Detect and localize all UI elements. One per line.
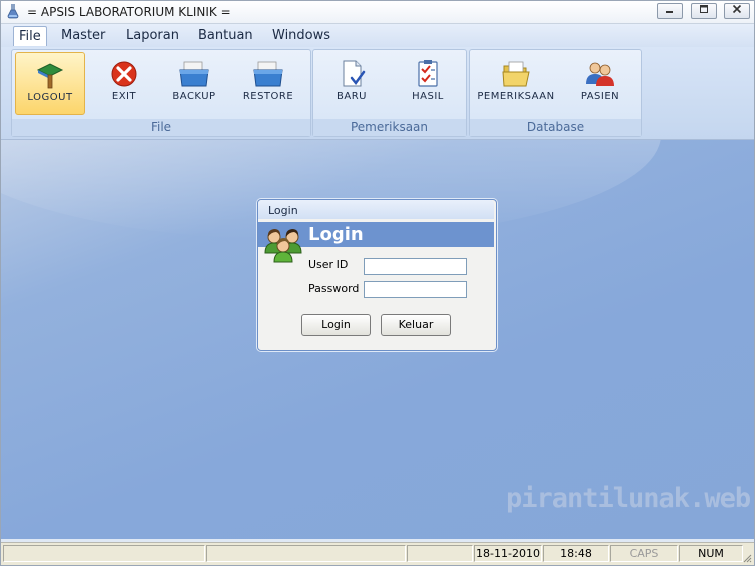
menu-bar: File Master Laporan Bantuan Windows xyxy=(1,24,754,47)
ribbon-group-pemeriksaan-label: Pemeriksaan xyxy=(313,119,466,136)
menu-master[interactable]: Master xyxy=(56,26,110,45)
status-panel-2 xyxy=(206,545,406,562)
ribbon-group-database-label: Database xyxy=(470,119,641,136)
window-title: = APSIS LABORATORIUM KLINIK = xyxy=(27,5,231,19)
logout-label: LOGOUT xyxy=(27,92,73,103)
resize-grip-icon[interactable] xyxy=(742,553,752,563)
ribbon-group-database: PEMERIKSAAN PASIEN Database xyxy=(469,49,642,137)
exit-label: EXIT xyxy=(111,91,137,102)
watermark-text: pirantilunak.web.id xyxy=(506,483,754,514)
hasil-button[interactable]: HASIL xyxy=(393,52,463,115)
status-bar: 18-11-2010 18:48 CAPS NUM xyxy=(1,542,754,565)
baru-label: BARU xyxy=(337,91,367,102)
backup-label: BACKUP xyxy=(172,91,216,102)
window-controls xyxy=(653,3,750,19)
checklist-icon xyxy=(418,60,438,87)
app-window: = APSIS LABORATORIUM KLINIK = File Maste… xyxy=(0,0,755,566)
ribbon-toolbar: LOGOUT EXIT BACKUP RESTORE File BARU HAS… xyxy=(1,47,754,140)
pemeriksaan-db-button[interactable]: PEMERIKSAAN xyxy=(473,52,559,115)
hasil-label: HASIL xyxy=(412,91,444,102)
menu-windows[interactable]: Windows xyxy=(267,26,335,45)
exit-button[interactable]: EXIT xyxy=(89,52,159,115)
status-time: 18:48 xyxy=(543,545,609,562)
userid-input[interactable] xyxy=(364,258,467,275)
menu-file[interactable]: File xyxy=(13,26,47,46)
restore-label: RESTORE xyxy=(242,91,294,102)
flask-icon xyxy=(7,4,19,19)
restore-button[interactable] xyxy=(690,3,717,19)
login-dialog: Login Login User ID Password Login Kelua… xyxy=(257,199,497,351)
status-num: NUM xyxy=(679,545,743,562)
keluar-button[interactable]: Keluar xyxy=(381,314,451,336)
status-caps: CAPS xyxy=(610,545,678,562)
status-date: 18-11-2010 xyxy=(474,545,542,562)
login-dialog-titlebar[interactable]: Login xyxy=(258,200,494,219)
ribbon-group-file-label: File xyxy=(12,119,310,136)
menu-bantuan[interactable]: Bantuan xyxy=(193,26,258,45)
minimize-icon xyxy=(666,11,673,13)
logout-icon xyxy=(36,63,64,89)
restore-window-icon xyxy=(699,5,708,13)
status-panel-3 xyxy=(407,545,473,562)
menu-laporan[interactable]: Laporan xyxy=(121,26,184,45)
login-dialog-title: Login xyxy=(268,204,298,217)
backup-icon xyxy=(179,61,209,87)
minimize-button[interactable] xyxy=(657,3,683,19)
title-bar[interactable]: = APSIS LABORATORIUM KLINIK = xyxy=(1,1,754,24)
backup-button[interactable]: BACKUP xyxy=(159,52,229,115)
close-icon xyxy=(732,4,742,14)
login-button[interactable]: Login xyxy=(301,314,371,336)
restore-icon xyxy=(253,61,283,87)
login-header-text: Login xyxy=(308,224,364,245)
password-label: Password xyxy=(308,282,360,295)
ribbon-group-pemeriksaan: BARU HASIL Pemeriksaan xyxy=(312,49,467,137)
close-button[interactable] xyxy=(724,3,750,19)
password-input[interactable] xyxy=(364,281,467,298)
pasien-button[interactable]: PASIEN xyxy=(565,52,635,115)
pemeriksaan-db-label: PEMERIKSAAN xyxy=(477,91,555,102)
patients-icon xyxy=(586,62,614,86)
restore-data-button[interactable]: RESTORE xyxy=(233,52,303,115)
userid-label: User ID xyxy=(308,258,349,271)
baru-button[interactable]: BARU xyxy=(317,52,387,115)
ribbon-group-file: LOGOUT EXIT BACKUP RESTORE File xyxy=(11,49,311,137)
folder-icon xyxy=(502,61,530,87)
users-icon xyxy=(264,229,302,263)
pasien-label: PASIEN xyxy=(580,91,620,102)
logout-button[interactable]: LOGOUT xyxy=(15,52,85,115)
exit-icon xyxy=(111,61,137,87)
new-document-icon xyxy=(343,60,366,87)
status-panel-1 xyxy=(3,545,205,562)
